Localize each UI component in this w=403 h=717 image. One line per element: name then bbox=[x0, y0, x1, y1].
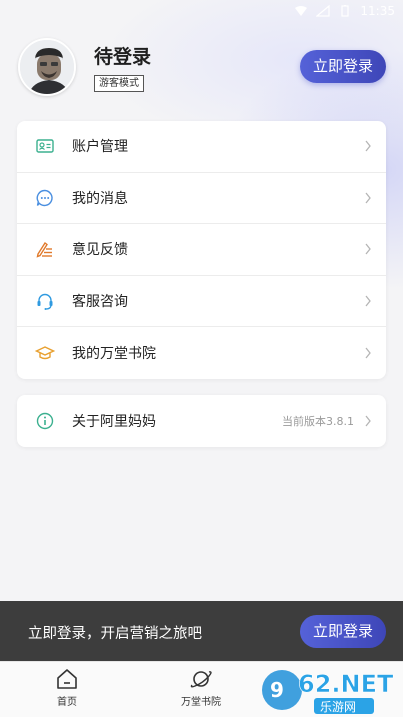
about-card: 关于阿里妈妈 当前版本3.8.1 bbox=[17, 395, 386, 447]
chevron-right-icon bbox=[365, 244, 371, 255]
login-button[interactable]: 立即登录 bbox=[300, 50, 386, 83]
menu-item-label: 账户管理 bbox=[72, 139, 128, 156]
bottom-tab-bar: 首页 万堂书院 bbox=[0, 661, 403, 717]
menu-item-account[interactable]: 账户管理 bbox=[17, 121, 386, 173]
guest-mode-badge: 游客模式 bbox=[94, 75, 144, 92]
tab-academy[interactable]: 万堂书院 bbox=[166, 668, 236, 708]
planet-icon bbox=[190, 671, 212, 688]
status-bar: 11:35 bbox=[0, 0, 403, 22]
info-circle-icon bbox=[36, 412, 54, 430]
banner-text: 立即登录，开启营销之旅吧 bbox=[28, 626, 202, 642]
menu-item-messages[interactable]: 我的消息 bbox=[17, 173, 386, 225]
graduation-cap-icon bbox=[35, 346, 55, 360]
chevron-right-icon bbox=[365, 192, 371, 204]
menu-item-about[interactable]: 关于阿里妈妈 当前版本3.8.1 bbox=[17, 395, 386, 447]
tab-label: 首页 bbox=[57, 697, 77, 708]
menu-card: 账户管理 我的消息 意见反馈 客服咨询 我的万堂书院 bbox=[17, 121, 386, 379]
menu-item-label: 我的消息 bbox=[72, 190, 128, 207]
menu-item-customer-service[interactable]: 客服咨询 bbox=[17, 276, 386, 328]
wifi-icon bbox=[295, 6, 308, 16]
avatar[interactable] bbox=[18, 38, 76, 96]
battery-icon bbox=[341, 5, 350, 17]
feedback-pen-icon bbox=[36, 242, 52, 259]
menu-item-feedback[interactable]: 意见反馈 bbox=[17, 224, 386, 276]
chevron-right-icon bbox=[365, 415, 371, 427]
chevron-right-icon bbox=[365, 295, 371, 307]
menu-item-label: 客服咨询 bbox=[72, 294, 128, 311]
username: 待登录 bbox=[94, 46, 152, 68]
status-time: 11:35 bbox=[360, 4, 395, 18]
app-version: 当前版本3.8.1 bbox=[282, 415, 354, 428]
message-bubble-icon bbox=[36, 189, 53, 207]
headset-icon bbox=[37, 293, 53, 311]
menu-item-label: 关于阿里妈妈 bbox=[72, 414, 156, 430]
avatar-portrait-icon bbox=[20, 40, 74, 94]
signal-icon bbox=[316, 5, 331, 17]
menu-item-academy[interactable]: 我的万堂书院 bbox=[17, 327, 386, 379]
banner-login-button[interactable]: 立即登录 bbox=[300, 615, 386, 648]
tab-label: 万堂书院 bbox=[181, 697, 221, 708]
tab-home[interactable]: 首页 bbox=[32, 668, 102, 708]
menu-item-label: 意见反馈 bbox=[72, 242, 128, 259]
login-prompt-banner: 立即登录，开启营销之旅吧 立即登录 bbox=[0, 601, 403, 661]
home-icon bbox=[57, 669, 77, 689]
chevron-right-icon bbox=[365, 347, 371, 359]
chevron-right-icon bbox=[365, 140, 371, 152]
menu-item-label: 我的万堂书院 bbox=[72, 346, 156, 363]
account-card-icon bbox=[36, 139, 54, 153]
